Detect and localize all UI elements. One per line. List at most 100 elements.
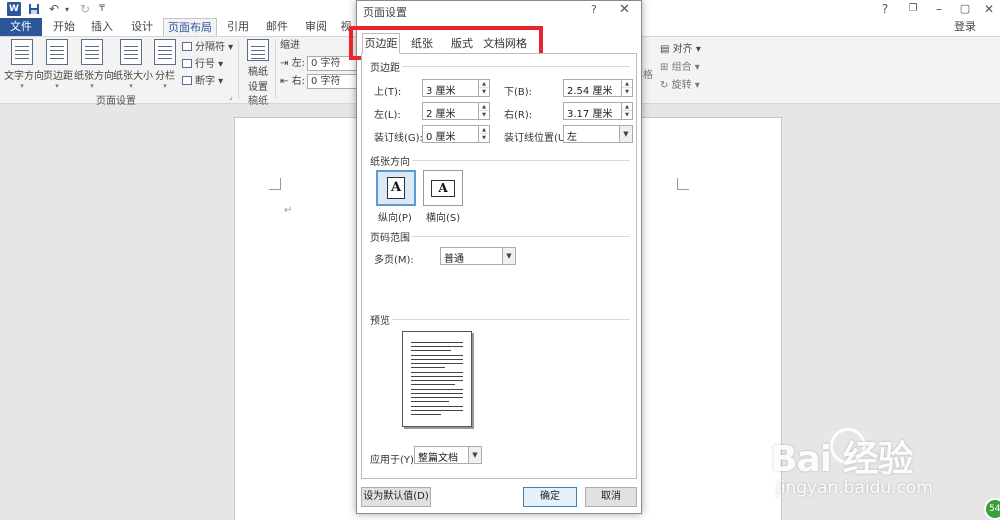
line-numbers-button[interactable]: 行号 ▾ [182, 58, 223, 72]
draft-setup-button[interactable]: 稿纸 设置 [244, 39, 272, 93]
cancel-button[interactable]: 取消 [585, 487, 637, 507]
tab-mailings[interactable]: 邮件 [261, 18, 293, 36]
group-icon: ⊞ [660, 62, 669, 73]
gutter-position-select[interactable]: 左 ▼ [563, 125, 633, 143]
tab-references[interactable]: 引用 [222, 18, 254, 36]
right-margin-label: 右(R): [504, 110, 533, 121]
spin-up-icon[interactable]: ▲ [622, 80, 632, 88]
portrait-option[interactable]: A [376, 170, 416, 206]
spin-down-icon[interactable]: ▼ [479, 134, 489, 142]
chevron-down-icon: ▼ [619, 126, 632, 142]
ribbon-display-options-icon[interactable]: ❐ [900, 0, 926, 18]
dialog-help-button[interactable]: ? [591, 3, 597, 16]
watermark-brand: Bai 经验 [770, 439, 914, 480]
tab-review[interactable]: 审阅 [300, 18, 332, 36]
margins-icon [46, 39, 68, 65]
landscape-page-icon: A [431, 180, 455, 197]
paragraph-mark: ↵ [284, 205, 293, 216]
group-button[interactable]: ⊞ 组合 ▾ [660, 58, 700, 73]
section-divider [412, 236, 630, 237]
login-link[interactable]: 登录 [954, 18, 976, 36]
customize-toolbar-icon[interactable]: ₸ [97, 1, 107, 17]
chevron-down-icon: ▾ [90, 82, 94, 90]
right-margin-input[interactable]: 3.17 厘米 ▲ ▼ [563, 102, 633, 120]
margins-section-label: 页边距 [370, 63, 400, 74]
ok-button[interactable]: 确定 [523, 487, 577, 507]
section-divider [412, 160, 630, 161]
minimize-button[interactable]: – [926, 0, 952, 18]
spin-up-icon[interactable]: ▲ [479, 126, 489, 134]
orientation-icon [81, 39, 103, 65]
align-icon: ▤ [660, 44, 670, 55]
spin-down-icon[interactable]: ▼ [622, 88, 632, 96]
indent-left-row: ⇥ 左: 0 字符 [280, 56, 357, 72]
dialog-tab-panel: 页边距 上(T): 3 厘米 ▲ ▼ 下(B): 2.54 厘米 ▲ ▼ 左(L):… [361, 53, 637, 479]
indent-heading: 缩进 [280, 40, 300, 51]
tab-home[interactable]: 开始 [48, 18, 80, 36]
spin-up-icon[interactable]: ▲ [622, 103, 632, 111]
preview-section-label: 预览 [370, 316, 390, 327]
ribbon-separator [238, 41, 239, 99]
chevron-down-icon: ▾ [163, 82, 167, 90]
redo-icon[interactable]: ↻ [78, 1, 92, 17]
margin-corner-mark [269, 178, 281, 190]
apply-to-select[interactable]: 整篇文档 ▼ [414, 446, 482, 464]
spin-up-icon[interactable]: ▲ [479, 103, 489, 111]
left-margin-label: 左(L): [374, 110, 401, 121]
help-button[interactable]: ? [872, 0, 898, 18]
apply-to-label: 应用于(Y): [370, 455, 418, 466]
dialog-title: 页面设置 [363, 6, 407, 19]
rotate-button[interactable]: ↻ 旋转 ▾ [660, 76, 700, 91]
indent-right-input[interactable]: 0 字符 [306, 74, 357, 89]
orientation-section-label: 纸张方向 [370, 157, 410, 168]
hyphenation-icon [182, 76, 192, 85]
portrait-label: 纵向(P) [378, 213, 412, 224]
maximize-button[interactable]: ▢ [952, 0, 978, 18]
tab-design[interactable]: 设计 [126, 18, 158, 36]
multiple-pages-select[interactable]: 普通 ▼ [440, 247, 516, 265]
word-app-icon[interactable]: W [7, 2, 21, 16]
chevron-down-icon: ▾ [129, 82, 133, 90]
pages-section-label: 页码范围 [370, 233, 410, 244]
tab-insert[interactable]: 插入 [86, 18, 118, 36]
text-direction-icon [11, 39, 33, 65]
margins-button[interactable]: 页边距 ▾ [43, 39, 73, 90]
save-icon[interactable] [27, 1, 41, 17]
section-divider [402, 66, 630, 67]
hyphenation-button[interactable]: 断字 ▾ [182, 75, 223, 89]
left-margin-input[interactable]: 2 厘米 ▲ ▼ [422, 102, 490, 120]
orientation-button[interactable]: 纸张方向 ▾ [74, 39, 114, 90]
dialog-close-button[interactable]: ✕ [619, 2, 630, 17]
gutter-input[interactable]: 0 厘米 ▲ ▼ [422, 125, 490, 143]
size-button[interactable]: 纸张大小 ▾ [113, 39, 153, 90]
tab-page-layout[interactable]: 页面布局 [163, 18, 217, 37]
bottom-margin-input[interactable]: 2.54 厘米 ▲ ▼ [563, 79, 633, 97]
spin-up-icon[interactable]: ▲ [479, 80, 489, 88]
portrait-page-icon: A [387, 177, 405, 199]
text-direction-button[interactable]: 文字方向 ▾ [4, 39, 44, 90]
paper-size-icon [120, 39, 142, 65]
top-margin-input[interactable]: 3 厘米 ▲ ▼ [422, 79, 490, 97]
landscape-option[interactable]: A [423, 170, 463, 206]
corner-badge: 54 [984, 498, 1000, 520]
landscape-label: 横向(S) [426, 213, 461, 224]
spin-down-icon[interactable]: ▼ [622, 111, 632, 119]
indent-left-icon: ⇥ [280, 58, 289, 69]
top-margin-label: 上(T): [374, 87, 402, 98]
margin-corner-mark [677, 178, 689, 190]
set-default-button[interactable]: 设为默认值(D) [361, 487, 431, 507]
spin-down-icon[interactable]: ▼ [479, 111, 489, 119]
chevron-down-icon: ▼ [502, 248, 515, 264]
dialog-tab-margins[interactable]: 页边距 [362, 33, 400, 54]
columns-button[interactable]: 分栏 ▾ [154, 39, 176, 90]
align-button[interactable]: ▤ 对齐 ▾ [660, 40, 701, 55]
page-setup-launcher-icon[interactable]: ⌟ [229, 90, 233, 104]
columns-icon [154, 39, 176, 65]
tab-file[interactable]: 文件 [0, 18, 42, 36]
undo-dropdown-icon[interactable]: ▾ [62, 1, 72, 17]
watermark-url: jingyan.baidu.com [776, 478, 933, 498]
spin-down-icon[interactable]: ▼ [479, 88, 489, 96]
breaks-button[interactable]: 分隔符 ▾ [182, 41, 233, 55]
undo-icon[interactable]: ↶ [47, 1, 61, 17]
close-button[interactable]: ✕ [976, 0, 1000, 18]
